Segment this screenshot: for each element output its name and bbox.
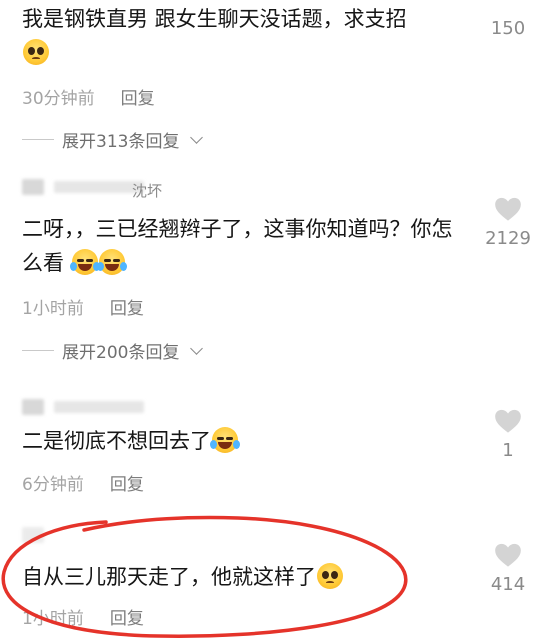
heart-icon <box>495 543 521 567</box>
comment-meta: 1小时前 回复 <box>22 604 144 629</box>
like-count: 150 <box>490 18 526 39</box>
user-row[interactable] <box>22 524 44 546</box>
username-redacted <box>54 401 144 413</box>
divider <box>22 139 54 140</box>
comment-meta: 1小时前 回复 <box>22 294 144 319</box>
reply-button[interactable]: 回复 <box>110 294 144 319</box>
pleading-face-emoji <box>23 39 49 65</box>
tears-of-joy-emoji <box>210 427 240 453</box>
heart-icon <box>495 197 521 221</box>
tears-of-joy-emoji <box>96 249 127 275</box>
comment-text: 自从三儿那天走了，他就这样了 <box>22 560 472 594</box>
expand-replies-button[interactable]: 展开200条回复 <box>22 338 204 363</box>
comment-text: 二是彻底不想回去了 <box>22 424 472 458</box>
like-button[interactable]: 414 <box>476 542 540 595</box>
user-row[interactable] <box>22 396 144 418</box>
avatar[interactable] <box>22 527 44 543</box>
comment-text: 我是钢铁直男 跟女生聊天没话题，求支招 <box>22 2 472 70</box>
reply-button[interactable]: 回复 <box>110 604 144 629</box>
expand-replies-label: 展开313条回复 <box>62 132 180 152</box>
username[interactable]: 沈坏 <box>132 180 162 201</box>
avatar[interactable] <box>22 399 44 415</box>
like-count: 2129 <box>485 228 531 249</box>
user-row[interactable] <box>22 176 144 198</box>
chevron-down-icon <box>190 130 204 144</box>
comment-meta: 6分钟前 回复 <box>22 470 144 495</box>
comment-time: 30分钟前 <box>22 89 95 109</box>
reply-button[interactable]: 回复 <box>110 470 144 495</box>
like-button[interactable]: 1 <box>476 408 540 461</box>
avatar[interactable] <box>22 179 44 195</box>
comment-time: 1小时前 <box>22 609 84 629</box>
like-button[interactable]: 2129 <box>476 196 540 249</box>
expand-replies-label: 展开200条回复 <box>62 343 180 363</box>
username-redacted <box>54 181 144 193</box>
heart-icon <box>495 409 521 433</box>
comment-time: 6分钟前 <box>22 475 84 495</box>
reply-button[interactable]: 回复 <box>121 84 155 109</box>
like-count: 414 <box>490 574 526 595</box>
tears-of-joy-emoji <box>69 249 100 275</box>
comment-text: 二呀，，三已经翘辫子了，这事你知道吗？你怎么看 <box>22 217 453 275</box>
like-button[interactable]: 150 <box>476 0 540 39</box>
comment-time: 1小时前 <box>22 299 84 319</box>
divider <box>22 350 54 351</box>
expand-replies-button[interactable]: 展开313条回复 <box>22 127 204 152</box>
like-count: 1 <box>502 440 514 461</box>
pleading-face-emoji <box>317 563 343 589</box>
comment-meta: 30分钟前 回复 <box>22 84 155 109</box>
chevron-down-icon <box>190 341 204 355</box>
